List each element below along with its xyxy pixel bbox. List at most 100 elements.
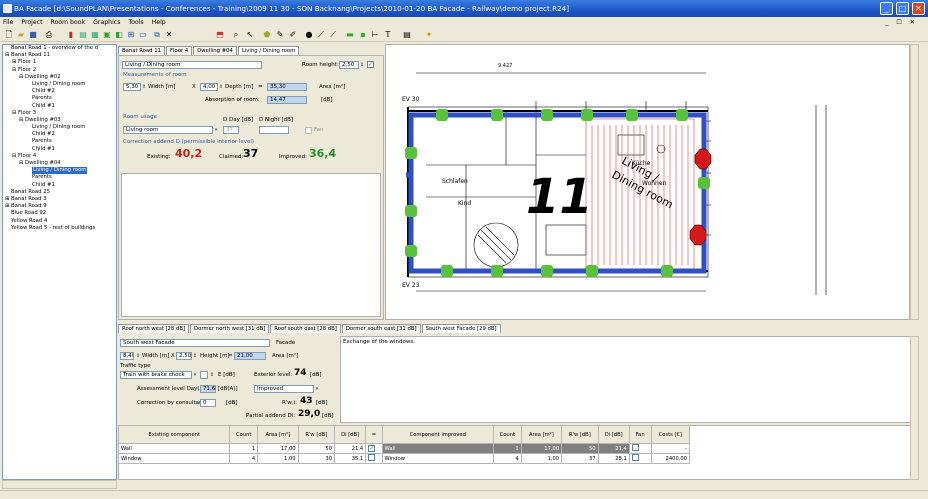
table-cell[interactable]: 28,1 (597, 453, 630, 464)
zoom-icon[interactable]: ⌕ (231, 30, 241, 40)
wall-tool-icon[interactable]: ▬ (345, 30, 355, 40)
traffic-e-spinner[interactable]: ⇕ (209, 371, 215, 379)
table-cell[interactable]: 21,4 (334, 443, 367, 454)
tree-item[interactable]: ⊟ Dwelling #04 (3, 160, 116, 167)
pointer-icon[interactable]: ↖ (245, 30, 255, 40)
table-cell[interactable]: Wall (381, 443, 494, 454)
open-folder-icon[interactable]: ▰ (16, 30, 26, 40)
minimize-button[interactable]: _ (880, 2, 893, 15)
maximize-button[interactable]: □ (896, 2, 909, 15)
tree-item[interactable]: Child #1 (3, 103, 116, 110)
window-component-icon[interactable]: ⊞ (126, 30, 136, 40)
table-cell[interactable]: 35,1 (334, 453, 367, 464)
depth-spinner[interactable]: ⇕ (218, 83, 224, 91)
chart-icon[interactable]: ⬒ (215, 30, 225, 40)
table-cell[interactable] (365, 453, 383, 464)
table-cell[interactable]: 4 (229, 453, 259, 464)
facade-notes-area[interactable]: Exchange of the windows. (340, 336, 919, 423)
menu-file[interactable]: File (3, 19, 13, 26)
table-cell[interactable]: Window (381, 453, 494, 464)
table-cell[interactable]: Wall (117, 443, 231, 454)
drawing-vertical-scrollbar[interactable] (910, 44, 919, 320)
room-height-checkbox[interactable]: ✓ (367, 61, 374, 68)
tree-item[interactable]: Yellow Road 5 - rest of buildings (3, 225, 116, 232)
table-cell[interactable]: 4 (492, 453, 522, 464)
table-cell[interactable]: 21,4 (597, 443, 630, 454)
copy-icon[interactable]: ⧉ (152, 30, 162, 40)
tab-roof-south-east[interactable]: Roof south east [28 dB] (270, 324, 341, 333)
tree-item[interactable]: Living / Dining room (3, 124, 116, 131)
project-tree[interactable]: Banat Road 1 - overview of the d ⊟ Banat R… (2, 44, 117, 480)
traffic-type-select[interactable]: Train with brake chock (120, 371, 192, 379)
tree-item[interactable]: Parents (3, 138, 116, 145)
tree-item[interactable]: ⊟ Floor 4 (3, 153, 116, 160)
table-cell[interactable] (628, 453, 652, 464)
text-tool-icon[interactable]: T (383, 30, 393, 40)
tab-roof-north-west[interactable]: Roof north west [28 dB] (118, 324, 190, 333)
draw-poly-icon[interactable]: ✎ (275, 30, 285, 40)
tab-dormer-north-west[interactable]: Dormer north west [31 dB] (190, 324, 270, 333)
tree-item[interactable]: Child #2 (3, 131, 116, 138)
tree-item[interactable]: Living / Dining room (3, 81, 116, 88)
tab-floor[interactable]: Floor 4 (165, 46, 193, 55)
table-cell[interactable]: 50 (297, 443, 336, 454)
new-file-icon[interactable]: 🗋 (4, 30, 14, 40)
table-cell[interactable] (628, 443, 652, 454)
table-cell[interactable]: 30 (297, 453, 336, 464)
fan-checkbox[interactable] (305, 127, 312, 134)
room-usage-select[interactable]: Living room (123, 126, 213, 134)
tree-item[interactable]: Banat Road 25 (3, 189, 116, 196)
tree-item[interactable]: Child #1 (3, 146, 116, 153)
tree-item[interactable]: ⊟ Floor 3 (3, 110, 116, 117)
fan-row-checkbox[interactable] (631, 454, 639, 461)
table-cell[interactable]: 17,00 (257, 443, 299, 454)
table-cell[interactable]: 37 (561, 453, 599, 464)
table-row[interactable]: Window 4 1,00 30 35,1 Window 4 1,00 37 2… (117, 453, 691, 464)
floor-icon[interactable]: ▤ (78, 30, 88, 40)
table-row[interactable]: Wall 1 17,00 50 21,4 ✓ Wall 1 17,00 50 2… (117, 443, 691, 454)
room-icon[interactable]: ▣ (102, 30, 112, 40)
menu-graphics[interactable]: Graphics (93, 19, 120, 26)
fan-row-checkbox[interactable] (631, 444, 639, 451)
menu-tools[interactable]: Tools (128, 19, 143, 26)
traffic-dropdown-arrow[interactable]: ▾ (192, 371, 198, 379)
tab-building[interactable]: Banat Road 11 (118, 46, 165, 55)
dwelling-icon[interactable]: ▦ (90, 30, 100, 40)
tab-room[interactable]: Living / Dining room (237, 46, 300, 55)
tree-item[interactable]: ⊞ Floor 1 (3, 59, 116, 66)
door-icon[interactable]: ▭ (138, 30, 148, 40)
usage-dropdown-arrow[interactable]: ▾ (213, 126, 219, 134)
point-icon[interactable]: ● (304, 30, 314, 40)
tree-item[interactable]: ⊟ Banat Road 11 (3, 52, 116, 59)
tree-item[interactable]: ⊟ Dwelling #02 (3, 74, 116, 81)
building-icon[interactable]: ▮ (66, 30, 76, 40)
tree-item[interactable]: Living / Dining room (3, 167, 116, 175)
width-spinner[interactable]: ⇕ (141, 83, 147, 91)
tree-item[interactable]: ⊞ Banat Road 3 (3, 196, 116, 203)
table-cell[interactable]: - (650, 443, 691, 454)
table-cell[interactable]: 1,00 (520, 453, 563, 464)
room-depth-field[interactable]: 4,00 (200, 83, 218, 91)
tab-dormer-south-east[interactable]: Dormer south east [31 dB] (341, 324, 421, 333)
exchange-checkbox[interactable]: ✓ (368, 445, 376, 452)
table-cell[interactable]: 1 (492, 443, 522, 454)
floor-plan-view[interactable]: 9.427 EV 30 EV 23 Küche Wohnen Kind Schl… (385, 44, 910, 320)
room-height-field[interactable]: 2,50 (339, 61, 359, 69)
measure-icon[interactable]: ⊢ (370, 30, 380, 40)
tree-item[interactable]: ⊟ Floor 2 (3, 67, 116, 74)
table-cell[interactable]: 50 (561, 443, 599, 454)
close-button[interactable]: ✕ (912, 2, 925, 15)
save-icon[interactable]: ■ (28, 30, 38, 40)
d-night-field[interactable] (259, 126, 289, 134)
draw-room-icon[interactable]: ⬟ (262, 30, 272, 40)
layers-icon[interactable]: ▤ (402, 30, 412, 40)
menu-help[interactable]: Help (152, 19, 166, 26)
line-icon[interactable]: ⟋ (316, 30, 326, 40)
facade-height-field[interactable]: 2,50 (176, 352, 192, 360)
menu-project[interactable]: Project (21, 19, 42, 26)
component-icon[interactable]: ◧ (114, 30, 124, 40)
menu-room-book[interactable]: Room book (50, 19, 85, 26)
d-day-field[interactable]: 37 (223, 126, 239, 134)
table-cell[interactable]: ✓ (365, 443, 383, 454)
tree-item[interactable]: ⊞ Banat Road 9 (3, 203, 116, 210)
